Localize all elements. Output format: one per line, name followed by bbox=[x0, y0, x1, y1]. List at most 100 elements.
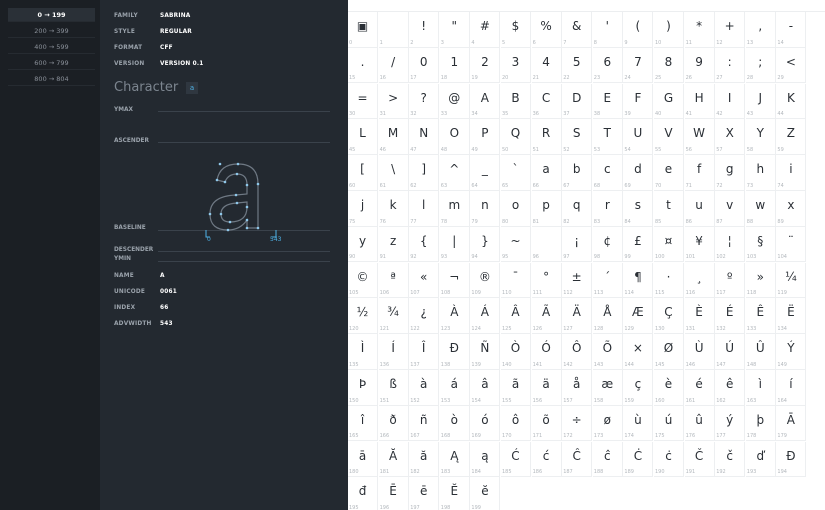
glyph-cell[interactable]: T 53 bbox=[592, 119, 623, 155]
glyph-cell[interactable]: Q 50 bbox=[501, 119, 531, 155]
glyph-cell[interactable]: i 74 bbox=[776, 155, 807, 191]
glyph-cell[interactable]: 5 22 bbox=[562, 47, 593, 84]
glyph-cell[interactable]: ă 182 bbox=[409, 441, 440, 478]
glyph-cell[interactable]: ą 184 bbox=[470, 441, 501, 478]
glyph-cell[interactable]: X 57 bbox=[715, 119, 746, 155]
glyph-cell[interactable]: ` 65 bbox=[501, 155, 531, 191]
glyph-cell[interactable]: Æ 129 bbox=[623, 298, 654, 334]
glyph-cell[interactable]: á 153 bbox=[439, 370, 470, 406]
glyph-cell[interactable]: Î 137 bbox=[409, 334, 440, 370]
glyph-cell[interactable]: H 41 bbox=[684, 83, 715, 120]
glyph-cell[interactable]: % 6 bbox=[531, 12, 562, 48]
glyph-cell[interactable]: L 45 bbox=[348, 119, 378, 155]
glyph-cell[interactable]: ' 8 bbox=[592, 12, 623, 48]
glyph-cell[interactable]: l 77 bbox=[409, 191, 440, 227]
glyph-cell[interactable]: Ó 141 bbox=[531, 334, 562, 370]
glyph-cell[interactable]: e 70 bbox=[654, 155, 684, 191]
glyph-cell[interactable]: ÷ 172 bbox=[562, 405, 593, 442]
glyph-cell[interactable]: Å 128 bbox=[592, 298, 623, 334]
glyph-cell[interactable]: I 42 bbox=[715, 83, 746, 120]
glyph-cell[interactable]: ò 168 bbox=[439, 405, 470, 442]
glyph-cell[interactable]: ¼ 119 bbox=[776, 262, 807, 299]
glyph-cell[interactable]: ċ 190 bbox=[654, 441, 684, 478]
glyph-cell[interactable]: d 69 bbox=[623, 155, 654, 191]
glyph-cell[interactable]: à 152 bbox=[409, 370, 440, 406]
glyph-cell[interactable]: ý 177 bbox=[715, 405, 746, 442]
glyph-cell[interactable]: b 67 bbox=[562, 155, 593, 191]
glyph-cell[interactable]: U 54 bbox=[623, 119, 654, 155]
glyph-cell[interactable]: Ć 185 bbox=[501, 441, 531, 478]
glyph-cell[interactable]: B 35 bbox=[501, 83, 531, 120]
glyph-cell[interactable]: ¿ 122 bbox=[409, 298, 440, 334]
glyph-cell[interactable]: $5 bbox=[501, 12, 531, 48]
glyph-cell[interactable]: ¬ 108 bbox=[439, 262, 470, 299]
glyph-cell[interactable]: ó 169 bbox=[470, 405, 501, 442]
glyph-cell[interactable]: ? 32 bbox=[409, 83, 440, 120]
glyph-cell[interactable]: @33 bbox=[439, 83, 470, 120]
glyph-cell[interactable]: © 105 bbox=[348, 262, 378, 299]
glyph-cell[interactable]: z 91 bbox=[378, 226, 409, 263]
glyph-cell[interactable]: D 37 bbox=[562, 83, 593, 120]
glyph-cell[interactable]: ±112 bbox=[562, 262, 593, 299]
glyph-cell[interactable]: 9 26 bbox=[684, 47, 715, 84]
glyph-cell[interactable]: ĉ 188 bbox=[592, 441, 623, 478]
glyph-cell[interactable]: Ú 147 bbox=[715, 334, 746, 370]
glyph-cell[interactable]: 1 bbox=[378, 12, 409, 48]
glyph-cell[interactable]: ^ 63 bbox=[439, 155, 470, 191]
glyph-cell[interactable]: 2 19 bbox=[470, 47, 501, 84]
glyph-cell[interactable]: R 51 bbox=[531, 119, 562, 155]
glyph-cell[interactable]: ¾ 121 bbox=[378, 298, 409, 334]
glyph-cell[interactable]: +12 bbox=[715, 12, 746, 48]
glyph-cell[interactable]: ¨ 104 bbox=[776, 226, 807, 263]
glyph-cell[interactable]: w 88 bbox=[745, 191, 776, 227]
glyph-cell[interactable]: ß 151 bbox=[378, 370, 409, 406]
glyph-cell[interactable]: ¶ 114 bbox=[623, 262, 654, 299]
glyph-cell[interactable]: ì 163 bbox=[745, 370, 776, 406]
glyph-cell[interactable]: è 160 bbox=[654, 370, 684, 406]
glyph-cell[interactable]: Ô 142 bbox=[562, 334, 593, 370]
glyph-cell[interactable]: ~95 bbox=[501, 226, 531, 263]
glyph-cell[interactable]: O 48 bbox=[439, 119, 470, 155]
glyph-cell[interactable]: ) 10 bbox=[654, 12, 684, 48]
glyph-cell[interactable]: & 7 bbox=[562, 12, 593, 48]
glyph-cell[interactable]: å 157 bbox=[562, 370, 593, 406]
glyph-cell[interactable]: " 3 bbox=[439, 12, 470, 48]
glyph-cell[interactable]: 3 20 bbox=[501, 47, 531, 84]
glyph-cell[interactable]: s 84 bbox=[623, 191, 654, 227]
glyph-cell[interactable]: Ç 130 bbox=[654, 298, 684, 334]
glyph-cell[interactable]: c 68 bbox=[592, 155, 623, 191]
glyph-cell[interactable]: J 43 bbox=[745, 83, 776, 120]
glyph-cell[interactable]: ¯ 110 bbox=[501, 262, 531, 299]
glyph-cell[interactable]: k 76 bbox=[378, 191, 409, 227]
glyph-cell[interactable]: ù 174 bbox=[623, 405, 654, 442]
glyph-cell[interactable]: í 164 bbox=[776, 370, 807, 406]
glyph-cell[interactable]: W 56 bbox=[684, 119, 715, 155]
glyph-cell[interactable]: ñ 167 bbox=[409, 405, 440, 442]
glyph-cell[interactable]: Ă 181 bbox=[378, 441, 409, 478]
glyph-cell[interactable]: ▣ 0 bbox=[348, 12, 378, 48]
glyph-cell[interactable]: ¦ 102 bbox=[715, 226, 746, 263]
glyph-cell[interactable]: 6 23 bbox=[592, 47, 623, 84]
glyph-cell[interactable]: ð 166 bbox=[378, 405, 409, 442]
glyph-cell[interactable]: Í 136 bbox=[378, 334, 409, 370]
glyph-cell[interactable]: -14 bbox=[776, 12, 807, 48]
range-item[interactable]: 400 → 599 bbox=[8, 40, 95, 54]
glyph-cell[interactable]: Û 148 bbox=[745, 334, 776, 370]
glyph-cell[interactable]: ā 180 bbox=[348, 441, 378, 478]
glyph-cell[interactable]: :27 bbox=[715, 47, 746, 84]
glyph-cell[interactable]: n 79 bbox=[470, 191, 501, 227]
glyph-cell[interactable]: ½ 120 bbox=[348, 298, 378, 334]
glyph-cell[interactable]: N 47 bbox=[409, 119, 440, 155]
glyph-cell[interactable]: ´ 113 bbox=[592, 262, 623, 299]
glyph-cell[interactable]: . 15 bbox=[348, 47, 378, 84]
glyph-cell[interactable]: 8 25 bbox=[654, 47, 684, 84]
glyph-cell[interactable]: 1 18 bbox=[439, 47, 470, 84]
glyph-cell[interactable]: v 87 bbox=[715, 191, 746, 227]
glyph-cell[interactable]: = 30 bbox=[348, 83, 378, 120]
glyph-cell[interactable]: h 73 bbox=[745, 155, 776, 191]
glyph-cell[interactable]: g 72 bbox=[715, 155, 746, 191]
glyph-cell[interactable]: (9 bbox=[623, 12, 654, 48]
glyph-cell[interactable]: ª 106 bbox=[378, 262, 409, 299]
glyph-cell[interactable]: | 93 bbox=[439, 226, 470, 263]
glyph-cell[interactable]: C 36 bbox=[531, 83, 562, 120]
